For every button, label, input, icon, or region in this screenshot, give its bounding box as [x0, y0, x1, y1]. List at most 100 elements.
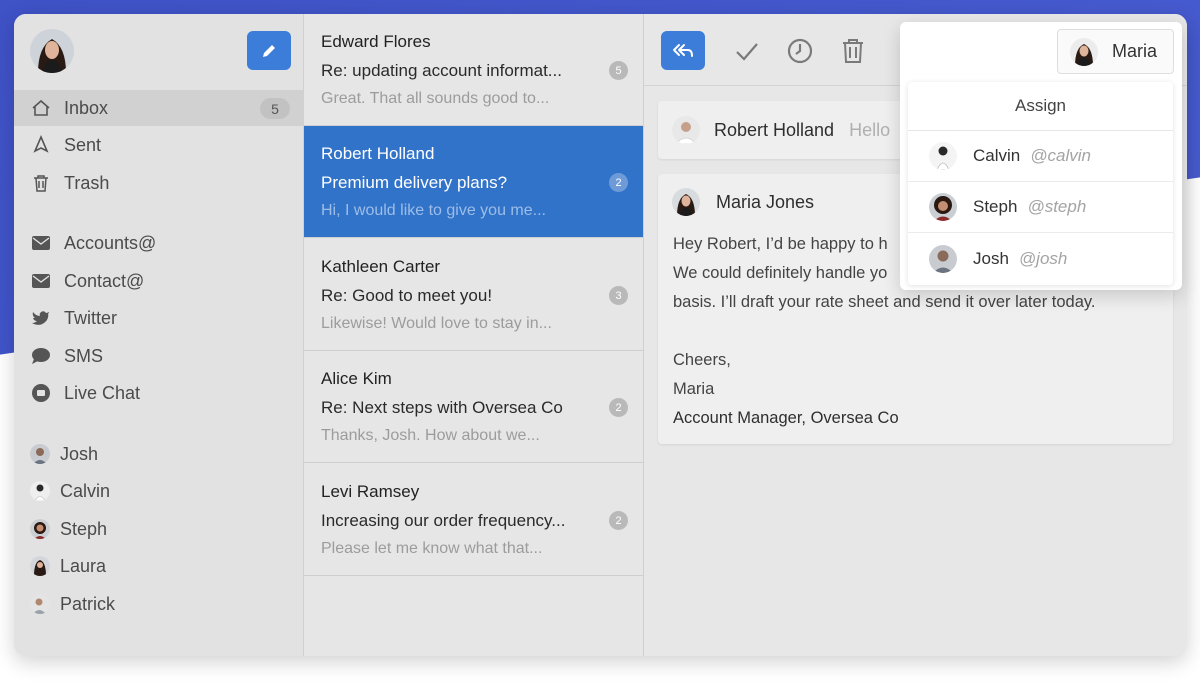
mark-done-button[interactable]: [732, 36, 762, 66]
assign-option-name: Josh: [973, 248, 1009, 268]
current-user-avatar[interactable]: [30, 29, 74, 73]
conversation-list: Edward Flores Re: updating account infor…: [304, 14, 644, 656]
trash-icon: [30, 172, 52, 194]
reply-all-icon: [673, 43, 693, 57]
conversation-subject: Premium delivery plans?: [321, 173, 508, 192]
conversation-preview: Great. That all sounds good to...: [321, 90, 550, 107]
conversation-preview: Please let me know what that...: [321, 540, 543, 557]
maria-avatar: [1070, 37, 1098, 66]
sidebar-item-accounts[interactable]: Accounts@: [14, 225, 304, 261]
steph-avatar: [30, 519, 50, 539]
conversation-subject: Re: updating account informat...: [321, 61, 562, 80]
sidebar-item-inbox[interactable]: Inbox 5: [14, 90, 304, 126]
sidebar-header: [14, 14, 303, 90]
assignee-button[interactable]: Maria: [1057, 29, 1174, 74]
calvin-avatar: [30, 481, 50, 501]
envelope-icon: [30, 270, 52, 292]
delete-button[interactable]: [838, 36, 868, 66]
conversation-preview: Likewise! Would love to stay in...: [321, 315, 552, 332]
assign-option-name: Calvin: [973, 146, 1021, 165]
message-closing: Maria: [673, 380, 715, 398]
sidebar-item-label: Inbox: [64, 97, 109, 118]
check-icon: [736, 43, 758, 61]
collapsed-message[interactable]: Robert Holland Hello: [658, 101, 918, 159]
sidebar-item-sms[interactable]: SMS: [14, 338, 304, 374]
josh-avatar: [929, 244, 957, 273]
assignee-name: Maria: [1112, 41, 1158, 61]
sidebar-item-sent[interactable]: Sent: [14, 127, 304, 163]
sidebar-item-contact[interactable]: Contact@: [14, 263, 304, 299]
trash-icon: [843, 39, 863, 63]
conversation-sender: Robert Holland: [321, 144, 435, 163]
sidebar-item-live-chat[interactable]: Live Chat: [14, 375, 304, 411]
assign-option-name: Steph: [973, 197, 1018, 216]
sidebar-item-label: Twitter: [64, 307, 118, 328]
assign-title: Assign: [908, 82, 1173, 131]
maria-jones-avatar: [672, 188, 700, 216]
robert-holland-avatar: [672, 116, 700, 144]
conversation-item-selected[interactable]: Robert Holland Premium delivery plans? H…: [304, 126, 643, 238]
message-signature: Account Manager, Oversea Co: [673, 409, 899, 427]
calvin-avatar: [929, 142, 957, 170]
sidebar-item-label: Steph: [60, 518, 108, 539]
sidebar-item-label: Laura: [60, 555, 107, 576]
message-header: Maria Jones: [672, 188, 814, 216]
conversation-subject: Re: Good to meet you!: [321, 286, 493, 305]
message-count-badge: 2: [609, 173, 628, 192]
assign-option-handle: @steph: [1027, 197, 1087, 216]
sidebar-item-steph[interactable]: Steph: [14, 511, 304, 547]
conversation-preview: Hi, I would like to give you me...: [321, 202, 546, 219]
sidebar-item-josh[interactable]: Josh: [14, 436, 304, 472]
sidebar-item-label: Patrick: [60, 593, 116, 614]
send-icon: [30, 134, 52, 156]
sidebar: Inbox 5 Sent Trash Accounts@ Contact@ Tw…: [14, 14, 304, 656]
conversation-item[interactable]: Edward Flores Re: updating account infor…: [304, 14, 643, 126]
envelope-icon: [30, 232, 52, 254]
sidebar-item-label: Contact@: [64, 270, 145, 291]
assign-dropdown: Assign Calvin @calvin Steph @steph Josh …: [908, 82, 1173, 285]
twitter-icon: [30, 307, 52, 329]
assign-option-handle: @calvin: [1030, 146, 1091, 165]
assign-popover: Maria Assign Calvin @calvin Steph @steph…: [900, 22, 1182, 290]
sidebar-item-patrick[interactable]: Patrick: [14, 586, 304, 622]
live-chat-icon: [30, 382, 52, 404]
sidebar-item-calvin[interactable]: Calvin: [14, 473, 304, 509]
sidebar-item-label: Josh: [60, 443, 99, 464]
conversation-item[interactable]: Kathleen Carter Re: Good to meet you! Li…: [304, 239, 643, 351]
josh-avatar: [30, 444, 50, 464]
sidebar-item-label: Sent: [64, 134, 102, 155]
message-count-badge: 2: [609, 398, 628, 417]
reply-all-button[interactable]: [661, 31, 705, 70]
clock-icon: [787, 38, 813, 64]
sidebar-item-laura[interactable]: Laura: [14, 548, 304, 584]
conversation-preview: Thanks, Josh. How about we...: [321, 427, 540, 444]
laura-avatar: [30, 556, 50, 576]
conversation-sender: Alice Kim: [321, 369, 392, 388]
snooze-button[interactable]: [785, 36, 815, 66]
assign-option-steph[interactable]: Steph @steph: [908, 182, 1173, 233]
sidebar-item-label: Calvin: [60, 480, 111, 501]
conversation-item[interactable]: Alice Kim Re: Next steps with Oversea Co…: [304, 351, 643, 463]
assign-option-josh[interactable]: Josh @josh: [908, 233, 1173, 284]
conversation-sender: Levi Ramsey: [321, 482, 420, 501]
steph-avatar: [929, 193, 957, 221]
assign-option-handle: @josh: [1018, 248, 1068, 268]
sidebar-item-label: Trash: [64, 172, 110, 193]
conversation-item[interactable]: Levi Ramsey Increasing our order frequen…: [304, 464, 643, 576]
sidebar-item-label: Live Chat: [64, 382, 141, 403]
assign-option-calvin[interactable]: Calvin @calvin: [908, 131, 1173, 182]
sidebar-item-label: Accounts@: [64, 232, 157, 253]
conversation-subject: Re: Next steps with Oversea Co: [321, 398, 563, 417]
message-snippet: Hello: [849, 119, 891, 140]
inbox-count-badge: 5: [260, 98, 290, 119]
message-closing: Cheers,: [673, 351, 731, 369]
message-count-badge: 2: [609, 511, 628, 530]
compose-button[interactable]: [247, 31, 291, 70]
chat-bubble-icon: [30, 345, 52, 367]
message-line: basis. I’ll draft your rate sheet and se…: [673, 293, 1096, 311]
sidebar-item-twitter[interactable]: Twitter: [14, 300, 304, 336]
sidebar-item-trash[interactable]: Trash: [14, 165, 304, 201]
message-sender: Robert Holland: [714, 119, 835, 140]
sidebar-item-label: SMS: [64, 345, 104, 366]
